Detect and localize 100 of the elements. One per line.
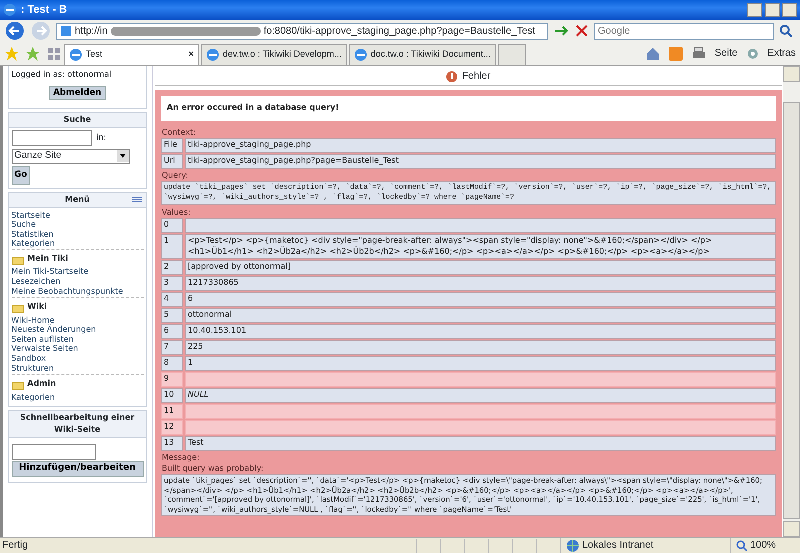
- table-cell: ottonormal: [185, 308, 776, 323]
- in-label: in:: [96, 132, 106, 144]
- menu-link[interactable]: Statistiken: [12, 230, 144, 240]
- login-text: Logged in as: ottonormal: [12, 68, 113, 80]
- go-button[interactable]: Go: [12, 166, 30, 185]
- close-tab-button[interactable]: ×: [188, 48, 194, 62]
- scroll-down-button[interactable]: [783, 521, 800, 537]
- table-cell: [approved by ottonormal]: [185, 260, 776, 275]
- zoom-control[interactable]: 100%: [730, 538, 800, 553]
- search-field[interactable]: Google: [594, 22, 774, 40]
- section-label: Context:: [161, 126, 198, 138]
- table-cell: 4: [161, 292, 183, 307]
- browser-icon: [3, 3, 17, 17]
- status-text: Fertig: [2, 539, 30, 553]
- table-cell: File: [161, 138, 183, 152]
- menu-heading[interactable]: Wiki: [28, 301, 48, 314]
- scroll-up-button[interactable]: [783, 66, 800, 82]
- table-cell: 5: [161, 308, 183, 323]
- menu-link[interactable]: Kategorien: [12, 239, 144, 249]
- menu-link[interactable]: Seiten auflisten: [12, 334, 144, 344]
- section-label: Built query was probably:: [161, 463, 265, 474]
- address-text: http://in: [75, 24, 108, 38]
- table-cell: 11: [161, 404, 183, 419]
- menu-link[interactable]: Meine Beobachtungspunkte: [12, 286, 144, 296]
- collapse-icon[interactable]: [132, 196, 142, 202]
- close-button[interactable]: [782, 3, 797, 17]
- browser-icon: [69, 48, 83, 62]
- browser-icon: [354, 48, 368, 62]
- panel-title: Schnellbearbeitung einer Wiki-Seite: [9, 410, 146, 438]
- table-cell: tiki-approve_staging_page.php?page=Baustelle_Test: [185, 154, 776, 168]
- menu-link[interactable]: Wiki-Home: [12, 316, 144, 326]
- menu-link[interactable]: Verwaiste Seiten: [12, 344, 144, 354]
- menu-link[interactable]: Startseite: [12, 210, 144, 220]
- section-label: Message:: [161, 452, 201, 463]
- table-cell: 13: [161, 436, 183, 451]
- table-cell: 2: [161, 260, 183, 275]
- add-favorite-icon[interactable]: [25, 46, 41, 62]
- tab-grid-icon[interactable]: [46, 46, 62, 62]
- scope-dropdown[interactable]: Ganze Site: [12, 148, 130, 164]
- table-cell: Test: [185, 436, 776, 451]
- browser-tab[interactable]: dev.tw.o : Tikiwiki Developm...: [201, 44, 347, 65]
- browser-tab[interactable]: doc.tw.o : Tikiwiki Document...: [348, 44, 496, 65]
- address-field[interactable]: http://in fo:8080/tiki-approve_staging_page.php?page=Baustelle_Test: [56, 22, 548, 40]
- table-cell: 7: [161, 340, 183, 355]
- tools-menu[interactable]: Extras: [768, 46, 796, 61]
- address-text: fo:8080/tiki-approve_staging_page.php?page=Baustelle_Test: [264, 24, 536, 38]
- new-tab-button[interactable]: [498, 44, 526, 65]
- back-icon[interactable]: [4, 21, 26, 41]
- page-name-field[interactable]: [12, 444, 96, 460]
- table-cell: 12: [161, 420, 183, 435]
- table-cell: 0: [161, 218, 183, 233]
- menu-link[interactable]: Sandbox: [12, 354, 144, 364]
- table-cell: tiki-approve_staging_page.php: [185, 138, 776, 152]
- minimize-button[interactable]: [747, 3, 762, 17]
- table-cell: Url: [161, 154, 183, 168]
- menu-link[interactable]: Neueste Änderungen: [12, 325, 144, 335]
- table-cell: 10: [161, 388, 183, 403]
- table-cell: 8: [161, 356, 183, 371]
- table-cell: 225: [185, 340, 776, 355]
- add-edit-button[interactable]: Hinzufügen/bearbeiten: [12, 461, 144, 477]
- star-icon[interactable]: [4, 46, 20, 62]
- panel-title: Menü: [65, 194, 90, 204]
- page-menu[interactable]: Seite: [714, 46, 738, 61]
- table-cell: 1: [185, 356, 776, 371]
- zone-text: Lokales Intranet: [582, 539, 654, 553]
- table-cell: 1: [161, 234, 183, 259]
- table-cell: 10.40.153.101: [185, 324, 776, 339]
- logout-button[interactable]: Abmelden: [49, 86, 106, 100]
- page-heading: Fehler: [462, 70, 491, 84]
- table-cell: 6: [185, 292, 776, 307]
- table-cell: NULL: [185, 388, 776, 403]
- feed-icon[interactable]: [668, 46, 683, 60]
- folder-icon: [12, 305, 24, 314]
- menu-link[interactable]: Mein Tiki-Startseite: [12, 267, 144, 277]
- table-cell: <p>Test</p> <p>{maketoc} <div style="page-break-after: always"><span style="display: none">&#160;</span></div> </p> <h1>Üb1</h1> <h2>Üb2a</h2> <h2>Üb2b</h2> <p>&#160;</p> <p><a></a></p> <p>&#160;</p> <p><a></a></p>: [185, 234, 776, 259]
- stop-icon[interactable]: [574, 23, 590, 39]
- folder-icon: [12, 382, 24, 390]
- menu-link[interactable]: Suche: [12, 220, 144, 230]
- menu-link[interactable]: Lesezeichen: [12, 276, 144, 287]
- zoom-icon: [736, 540, 748, 552]
- menu-heading[interactable]: Admin: [28, 378, 56, 390]
- panel-title: Suche: [9, 112, 146, 128]
- section-label: Query:: [161, 170, 190, 180]
- table-cell: 3: [161, 276, 183, 291]
- table-cell: 9: [161, 372, 183, 387]
- browser-tab[interactable]: Test ×: [64, 44, 199, 65]
- maximize-button[interactable]: [764, 3, 780, 17]
- search-field[interactable]: [12, 130, 92, 146]
- gear-icon[interactable]: [746, 46, 760, 60]
- error-icon: [446, 70, 458, 82]
- browser-icon: [206, 48, 220, 62]
- page-icon: [60, 25, 72, 37]
- globe-icon: [566, 538, 580, 552]
- menu-link[interactable]: Strukturen: [12, 364, 144, 374]
- section-label: Values:: [161, 207, 192, 218]
- folder-icon: [12, 256, 24, 265]
- window-title: : Test - B: [21, 2, 68, 18]
- menu-link[interactable]: Kategorien: [12, 392, 144, 402]
- home-icon[interactable]: [644, 46, 661, 62]
- menu-heading[interactable]: Mein Tiki: [28, 252, 68, 265]
